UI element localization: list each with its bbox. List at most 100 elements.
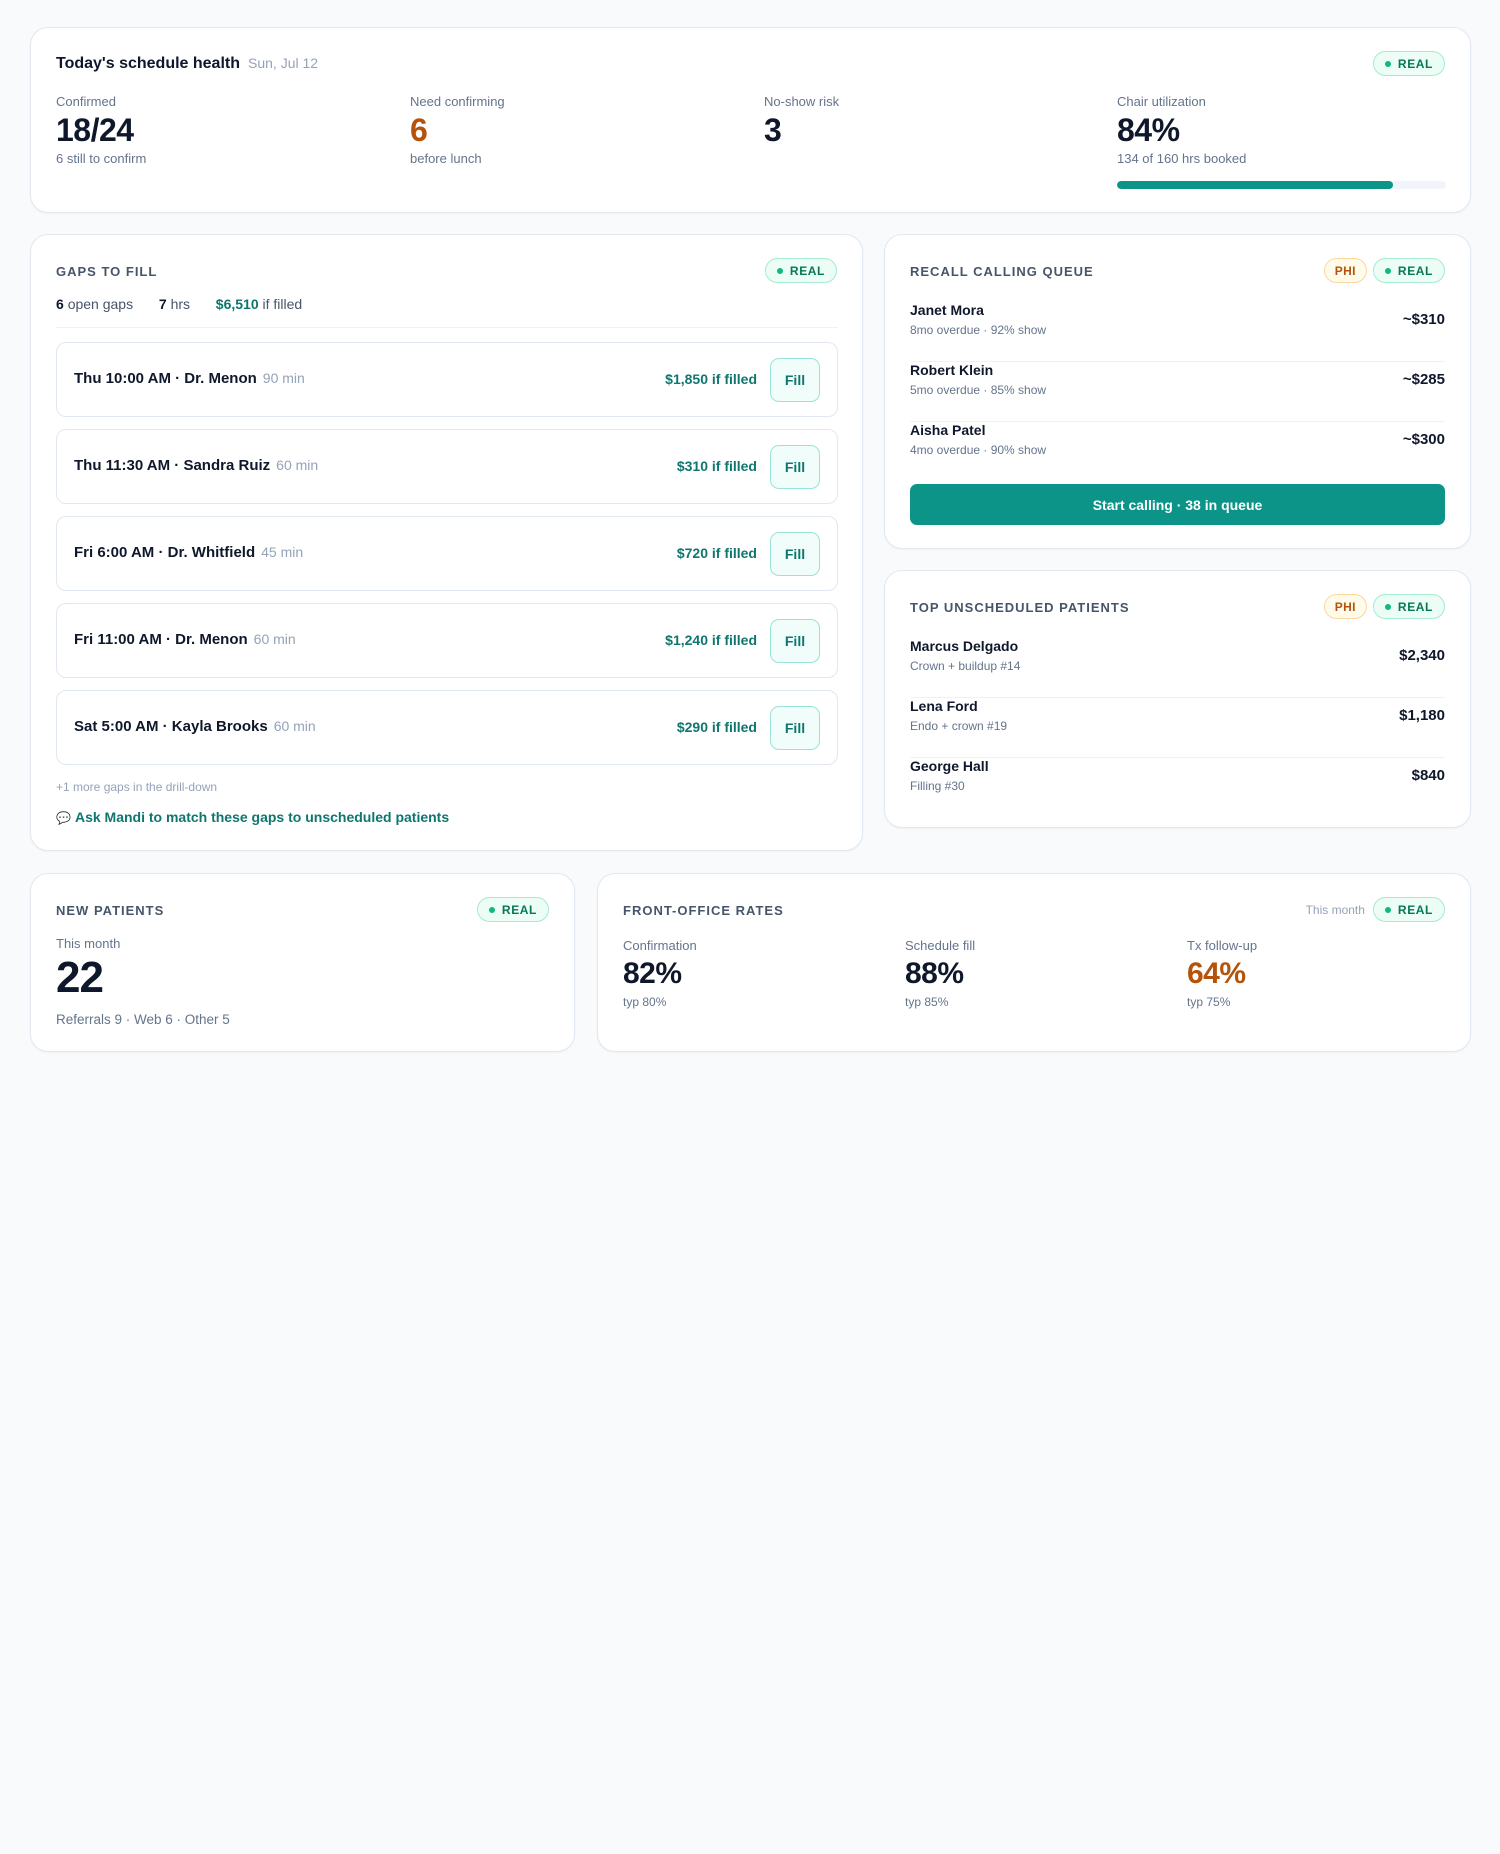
rate-tx-follow-up: Tx follow-up 64% typ 75% bbox=[1187, 938, 1257, 1009]
utilization-progress-bar bbox=[1117, 181, 1446, 189]
recall-patient-row[interactable]: Aisha Patel 4mo overdue · 90% show ~$300 bbox=[910, 422, 1445, 482]
fill-button[interactable]: Fill bbox=[770, 706, 820, 750]
phi-badge: PHI bbox=[1323, 258, 1367, 283]
real-badge: REAL bbox=[1372, 51, 1445, 76]
gap-fill-value: $290 if filled bbox=[676, 719, 757, 735]
unscheduled-patient-row[interactable]: Lena Ford Endo + crown #19 $1,180 bbox=[910, 698, 1445, 758]
patient-value: $840 bbox=[1411, 767, 1445, 784]
more-gaps-note: +1 more gaps in the drill-down bbox=[56, 780, 218, 794]
start-calling-button[interactable]: Start calling · 38 in queue bbox=[910, 484, 1445, 525]
gap-row: Fri 11:00 AM · Dr. Menon 60 min $1,240 if… bbox=[56, 603, 838, 678]
real-badge: REAL bbox=[1372, 258, 1445, 283]
gap-slot: Fri 11:00 AM · Dr. Menon 60 min bbox=[74, 631, 296, 648]
gap-fill-value: $310 if filled bbox=[676, 458, 757, 474]
unscheduled-patient-row[interactable]: Marcus Delgado Crown + buildup #14 $2,34… bbox=[910, 638, 1445, 698]
gap-duration: 60 min bbox=[276, 457, 319, 473]
metric-need-confirming: Need confirming 6 before lunch bbox=[410, 94, 505, 166]
gap-duration: 60 min bbox=[253, 631, 296, 647]
rate-value: 82% bbox=[623, 957, 682, 990]
rate-label: Confirmation bbox=[623, 938, 697, 953]
rate-typical: typ 80% bbox=[623, 995, 667, 1009]
recall-patient-row[interactable]: Robert Klein 5mo overdue · 85% show ~$28… bbox=[910, 362, 1445, 422]
new-patients-breakdown: Referrals 9 · Web 6 · Other 5 bbox=[56, 1012, 230, 1027]
fill-button[interactable]: Fill bbox=[770, 532, 820, 576]
metric-value: 18/24 bbox=[56, 112, 134, 148]
status-dot-icon bbox=[776, 267, 783, 274]
gap-hours-label: hrs bbox=[170, 296, 191, 312]
patient-name: Robert Klein bbox=[910, 362, 994, 378]
metric-sub: 134 of 160 hrs booked bbox=[1117, 151, 1247, 166]
metric-label: Chair utilization bbox=[1117, 94, 1206, 109]
section-title: GAPS TO FILL bbox=[56, 264, 158, 279]
recall-patient-row[interactable]: Janet Mora 8mo overdue · 92% show ~$310 bbox=[910, 302, 1445, 362]
gaps-summary: 6 open gaps 7 hrs $6,510 if filled bbox=[56, 296, 302, 312]
utilization-progress-fill bbox=[1117, 181, 1394, 189]
patient-value: ~$310 bbox=[1402, 311, 1445, 328]
patient-value: $1,180 bbox=[1399, 707, 1445, 724]
patient-meta: Filling #30 bbox=[910, 779, 965, 793]
period-label: This month bbox=[56, 936, 121, 951]
gap-fill-value: $720 if filled bbox=[676, 545, 757, 561]
badges: PHI REAL bbox=[1323, 594, 1445, 619]
section-title: NEW PATIENTS bbox=[56, 903, 165, 918]
patient-name: George Hall bbox=[910, 758, 989, 774]
metric-chair-utilization: Chair utilization 84% 134 of 160 hrs boo… bbox=[1117, 94, 1246, 166]
status-dot-icon bbox=[1384, 60, 1391, 67]
patient-meta: 8mo overdue · 92% show bbox=[910, 323, 1047, 337]
real-badge: REAL bbox=[764, 258, 837, 283]
gap-row: Thu 11:30 AM · Sandra Ruiz 60 min $310 if… bbox=[56, 429, 838, 504]
patient-meta: Endo + crown #19 bbox=[910, 719, 1008, 733]
patient-meta: 5mo overdue · 85% show bbox=[910, 383, 1047, 397]
rate-label: Schedule fill bbox=[905, 938, 976, 953]
gaps-to-fill-card: GAPS TO FILL REAL 6 open gaps 7 hrs $6,5… bbox=[30, 234, 863, 851]
new-patients-card: NEW PATIENTS REAL This month 22 Referral… bbox=[30, 873, 575, 1052]
ask-mandi-link[interactable]: 💬 Ask Mandi to match these gaps to unsche… bbox=[56, 809, 449, 825]
section-title: RECALL CALLING QUEUE bbox=[910, 264, 1094, 279]
metric-confirmed: Confirmed 18/24 6 still to confirm bbox=[56, 94, 146, 166]
gap-slot: Sat 5:00 AM · Kayla Brooks 60 min bbox=[74, 718, 316, 735]
schedule-health-card: Today's schedule health Sun, Jul 12 REAL … bbox=[30, 27, 1471, 213]
real-badge: REAL bbox=[476, 897, 549, 922]
status-dot-icon bbox=[1384, 603, 1391, 610]
gap-row: Thu 10:00 AM · Dr. Menon 90 min $1,850 if… bbox=[56, 342, 838, 417]
divider bbox=[56, 327, 838, 328]
metric-value: 6 bbox=[410, 112, 428, 148]
gap-row: Sat 5:00 AM · Kayla Brooks 60 min $290 if… bbox=[56, 690, 838, 765]
schedule-health-header: Today's schedule health Sun, Jul 12 bbox=[56, 55, 318, 73]
open-gaps-count: 6 bbox=[56, 296, 64, 312]
rate-typical: typ 75% bbox=[1187, 995, 1231, 1009]
gap-duration: 90 min bbox=[262, 370, 305, 386]
patient-name: Janet Mora bbox=[910, 302, 984, 318]
open-gaps-label: open gaps bbox=[67, 296, 134, 312]
fill-button[interactable]: Fill bbox=[770, 358, 820, 402]
gap-value-label: if filled bbox=[262, 296, 303, 312]
rate-typical: typ 85% bbox=[905, 995, 949, 1009]
unscheduled-patients-card: TOP UNSCHEDULED PATIENTS PHI REAL Marcus… bbox=[884, 570, 1471, 828]
badges: PHI REAL bbox=[1323, 258, 1445, 283]
patient-name: Marcus Delgado bbox=[910, 638, 1019, 654]
phi-badge: PHI bbox=[1323, 594, 1367, 619]
patient-name: Lena Ford bbox=[910, 698, 978, 714]
rates-header-right: This month REAL bbox=[1306, 897, 1445, 922]
period-label: This month bbox=[1305, 902, 1365, 917]
fill-button[interactable]: Fill bbox=[770, 445, 820, 489]
gap-fill-value: $1,240 if filled bbox=[665, 632, 757, 648]
fill-button[interactable]: Fill bbox=[770, 619, 820, 663]
real-badge: REAL bbox=[1372, 594, 1445, 619]
unscheduled-patient-row[interactable]: George Hall Filling #30 $840 bbox=[910, 758, 1445, 818]
front-office-rates-card: FRONT-OFFICE RATES This month REAL Confi… bbox=[597, 873, 1471, 1052]
gap-fill-value: $1,850 if filled bbox=[665, 371, 757, 387]
status-dot-icon bbox=[1384, 267, 1391, 274]
rate-confirmation: Confirmation 82% typ 80% bbox=[623, 938, 697, 1009]
recall-queue-card: RECALL CALLING QUEUE PHI REAL Janet Mora… bbox=[884, 234, 1471, 549]
schedule-health-title: Today's schedule health bbox=[56, 55, 240, 72]
rate-value: 88% bbox=[905, 957, 964, 990]
patient-name: Aisha Patel bbox=[910, 422, 986, 438]
gap-slot: Thu 10:00 AM · Dr. Menon 90 min bbox=[74, 370, 305, 387]
patient-meta: Crown + buildup #14 bbox=[910, 659, 1021, 673]
gap-duration: 45 min bbox=[261, 544, 304, 560]
metric-label: No-show risk bbox=[764, 94, 840, 109]
new-patients-value: 22 bbox=[56, 953, 104, 1002]
gap-hours: 7 bbox=[158, 296, 167, 312]
gap-slot: Thu 11:30 AM · Sandra Ruiz 60 min bbox=[74, 457, 319, 474]
